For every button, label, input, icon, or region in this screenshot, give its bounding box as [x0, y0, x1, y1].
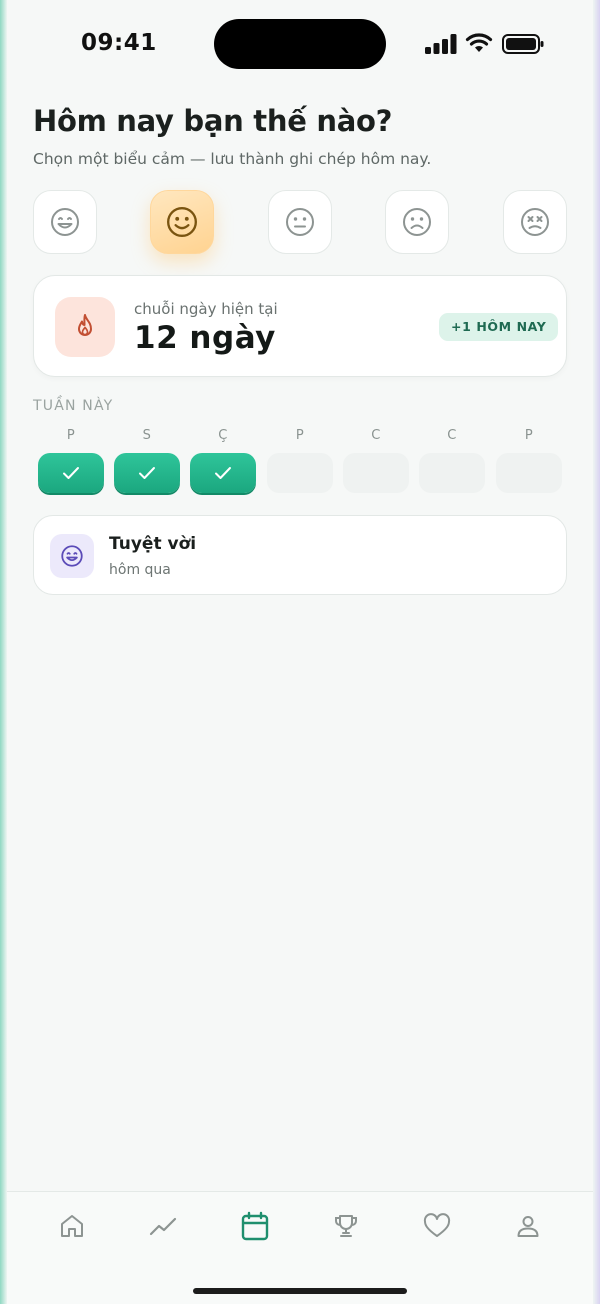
- tab-profile[interactable]: [508, 1206, 548, 1246]
- page-title: Hôm nay bạn thế nào?: [33, 104, 393, 138]
- trend-icon: [149, 1217, 177, 1236]
- day-letter: P: [295, 428, 305, 443]
- cellular-signal-icon: [425, 34, 457, 54]
- status-bar: 09:41: [7, 0, 593, 90]
- wifi-icon: [465, 33, 493, 52]
- day-cell-empty[interactable]: [343, 453, 409, 493]
- tab-calendar[interactable]: [235, 1206, 275, 1246]
- streak-card: chuỗi ngày hiện tại 12 ngày +1 HÔM NAY: [33, 275, 567, 377]
- heart-icon: [423, 1213, 451, 1237]
- tab-trends[interactable]: [143, 1206, 183, 1246]
- mood-option-neutral[interactable]: [268, 190, 332, 254]
- home-indicator[interactable]: [193, 1288, 407, 1294]
- history-icon-box: [50, 534, 94, 578]
- tab-bar: [7, 1191, 593, 1304]
- trophy-icon: [335, 1215, 357, 1237]
- laughing-face-icon: [61, 545, 83, 567]
- mood-option-sad[interactable]: [385, 190, 449, 254]
- day-letter: P: [66, 428, 76, 443]
- mood-option-dizzy[interactable]: [503, 190, 567, 254]
- day-letter: C: [447, 428, 457, 443]
- sad-face-icon: [403, 208, 431, 236]
- battery-icon: [502, 34, 544, 54]
- day-cell-empty[interactable]: [419, 453, 485, 493]
- flame-icon: [78, 314, 92, 336]
- status-time: 09:41: [81, 30, 157, 56]
- day-cell-empty[interactable]: [267, 453, 333, 493]
- streak-badge: +1 HÔM NAY: [439, 313, 559, 341]
- day-cell-done[interactable]: [114, 453, 180, 493]
- tab-achievements[interactable]: [326, 1206, 366, 1246]
- history-title: Tuyệt vời: [109, 534, 197, 554]
- laughing-face-icon: [51, 208, 79, 236]
- tab-favorites[interactable]: [417, 1206, 457, 1246]
- check-icon: [215, 467, 231, 479]
- history-date: hôm qua: [109, 562, 171, 578]
- dynamic-island: [214, 19, 386, 69]
- day-cell-done[interactable]: [190, 453, 256, 493]
- streak-value: 12 ngày: [134, 320, 276, 356]
- smiling-face-icon: [167, 207, 197, 237]
- tab-home[interactable]: [52, 1206, 92, 1246]
- streak-icon-box: [55, 297, 115, 357]
- mood-option-laughing[interactable]: [33, 190, 97, 254]
- calendar-icon: [241, 1211, 269, 1241]
- day-letter: S: [142, 428, 152, 443]
- day-letter: P: [524, 428, 534, 443]
- mood-history-item[interactable]: Tuyệt vời hôm qua: [33, 515, 567, 595]
- week-section-label: TUẦN NÀY: [33, 398, 114, 414]
- neutral-face-icon: [286, 208, 314, 236]
- check-icon: [139, 467, 155, 479]
- day-letter: C: [371, 428, 381, 443]
- day-cell-empty[interactable]: [496, 453, 562, 493]
- mood-selector: [33, 190, 567, 254]
- profile-icon: [517, 1216, 539, 1237]
- check-icon: [63, 467, 79, 479]
- streak-label: chuỗi ngày hiện tại: [134, 300, 278, 318]
- day-cell-done[interactable]: [38, 453, 104, 493]
- page-subtitle: Chọn một biểu cảm — lưu thành ghi chép h…: [33, 150, 432, 168]
- dizzy-face-icon: [521, 208, 549, 236]
- day-letter: Ç: [218, 428, 228, 443]
- phone-screen: 09:41 Hôm nay bạn thế nào? Chọn một biểu…: [7, 0, 593, 1304]
- home-icon: [61, 1215, 83, 1237]
- mood-option-smiling[interactable]: [150, 190, 214, 254]
